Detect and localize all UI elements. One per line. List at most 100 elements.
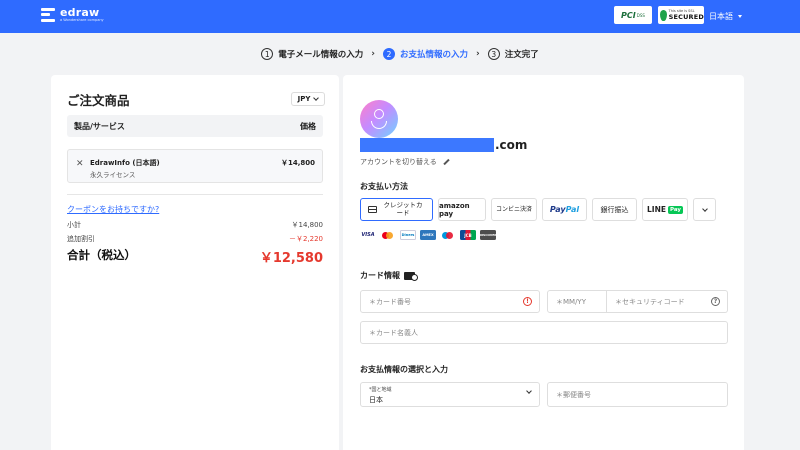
subtotal-label: 小計 <box>67 221 81 229</box>
pci-label: PCI <box>621 10 636 20</box>
ssl-big-text: SECURED <box>668 12 704 21</box>
visa-icon: VISA <box>361 232 375 238</box>
currency-value: JPY <box>297 95 311 103</box>
method-label: 銀行振込 <box>600 205 629 214</box>
total-value: ￥12,580 <box>259 251 323 266</box>
security-code-placeholder: ＊セキュリティコード <box>615 297 685 306</box>
brand-sub: a Wondershare company <box>60 18 104 22</box>
method-bank-transfer[interactable]: 銀行振込 <box>592 198 637 221</box>
line-logo: LINE <box>647 205 666 214</box>
edraw-logo[interactable]: edraw a Wondershare company <box>41 7 104 23</box>
caret-down-icon <box>738 15 742 18</box>
line-pay-badge: Pay <box>667 205 683 214</box>
amex-icon: AMEX <box>420 230 436 240</box>
jcb-icon: JCB <box>460 230 476 240</box>
method-amazon-pay[interactable]: amazon pay <box>438 198 486 221</box>
item-price: ￥14,800 <box>280 159 315 167</box>
switch-account-link[interactable]: アカウントを切り替える <box>360 157 450 167</box>
subtotal-row: 小計 ￥14,800 <box>67 220 323 230</box>
chevron-down-icon <box>701 205 708 212</box>
col-price: 価格 <box>300 121 316 131</box>
error-icon: ! <box>523 297 532 306</box>
payment-method-title: お支払い方法 <box>360 182 408 191</box>
step-label: お支払情報の入力 <box>399 50 468 60</box>
chevron-right-icon: › <box>371 49 375 59</box>
ssl-secured-badge: This site is SSL SECURED <box>658 6 704 24</box>
total-label: 合計（税込） <box>67 248 136 262</box>
order-table-header: 製品/サービス 価格 <box>67 115 323 137</box>
chevron-down-icon <box>313 95 320 101</box>
method-line-pay[interactable]: LINE Pay <box>642 198 688 221</box>
card-lock-icon <box>404 271 418 281</box>
total-row: 合計（税込） ￥12,580 <box>67 247 323 266</box>
step-email: 1 電子メール情報の入力 <box>261 48 363 60</box>
subtotal-value: ￥14,800 <box>291 221 324 229</box>
step-number: 2 <box>382 48 395 60</box>
country-select[interactable]: *国と地域 日本 <box>360 382 540 407</box>
currency-select[interactable]: JPY <box>291 92 325 106</box>
account-email: .com <box>360 138 527 152</box>
brand-name: edraw <box>60 6 100 19</box>
method-konbini[interactable]: コンビニ決済 <box>491 198 537 221</box>
card-number-placeholder: ＊カード番号 <box>369 297 411 306</box>
remove-item-icon[interactable]: ✕ <box>76 159 84 169</box>
card-number-input[interactable]: ＊カード番号 ! <box>360 290 540 313</box>
method-credit-card[interactable]: クレジットカード <box>360 198 433 221</box>
postal-code-placeholder: ＊郵便番号 <box>556 390 591 399</box>
credit-card-icon <box>368 206 377 213</box>
country-label: *国と地域 <box>369 387 392 393</box>
mastercard-icon <box>380 230 396 240</box>
step-label: 電子メール情報の入力 <box>278 50 364 60</box>
order-title: ご注文商品 <box>67 93 130 108</box>
method-paypal[interactable]: PayPal <box>542 198 587 221</box>
switch-account-label: アカウントを切り替える <box>360 158 437 166</box>
top-bar: edraw a Wondershare company PCI DSS This … <box>0 0 800 33</box>
card-holder-placeholder: ＊カード名義人 <box>369 328 418 337</box>
chevron-right-icon: › <box>476 49 480 59</box>
step-label: 注文完了 <box>504 50 539 60</box>
col-product: 製品/サービス <box>74 121 125 131</box>
method-label: クレジットカード <box>383 201 423 217</box>
expiry-input[interactable]: ＊MM/YY <box>547 290 607 313</box>
card-holder-input[interactable]: ＊カード名義人 <box>360 321 728 344</box>
more-methods-button[interactable] <box>693 198 716 221</box>
discount-label: 追加割引 <box>67 235 95 243</box>
item-license: 永久ライセンス <box>90 171 136 179</box>
email-redaction <box>360 138 494 152</box>
card-info-title: カード情報 <box>360 270 418 281</box>
country-value: 日本 <box>369 396 383 404</box>
amazon-pay-logo: amazon pay <box>439 201 470 218</box>
help-icon[interactable]: ? <box>711 297 720 306</box>
step-number: 1 <box>261 48 274 60</box>
discount-value: －￥2,220 <box>288 235 323 243</box>
edraw-logo-icon <box>41 7 55 22</box>
step-complete: 3 注文完了 <box>487 48 539 60</box>
shield-icon <box>660 9 667 21</box>
payment-methods: クレジットカード amazon pay コンビニ決済 PayPal 銀行振込 L… <box>360 198 716 221</box>
email-domain: .com <box>495 138 528 152</box>
language-label: 日本語 <box>709 12 733 21</box>
pci-sub: DSS <box>636 12 645 18</box>
payment-panel: .com アカウントを切り替える お支払い方法 クレジットカード amazon … <box>343 75 744 450</box>
step-number: 3 <box>487 48 500 60</box>
language-selector[interactable]: 日本語 <box>709 11 742 22</box>
step-payment: 2 お支払情報の入力 <box>382 48 468 60</box>
paypal-logo: PayPal <box>549 205 580 214</box>
order-summary-panel: ご注文商品 JPY 製品/サービス 価格 ✕ EdrawInfo (日本語) 永… <box>51 75 339 450</box>
coupon-link[interactable]: クーポンをお持ちですか? <box>67 204 159 215</box>
method-label: コンビニ決済 <box>495 205 532 213</box>
postal-code-input[interactable]: ＊郵便番号 <box>547 382 728 407</box>
checkout-steps: 1 電子メール情報の入力 › 2 お支払情報の入力 › 3 注文完了 <box>0 46 800 62</box>
item-name: EdrawInfo (日本語) <box>90 159 160 167</box>
divider <box>67 194 323 195</box>
maestro-icon <box>440 230 456 240</box>
billing-title: お支払情報の選択と入力 <box>360 365 448 374</box>
avatar <box>360 100 398 138</box>
security-code-input[interactable]: ＊セキュリティコード ? <box>607 290 728 313</box>
discover-icon: DISCOVER <box>479 230 497 240</box>
card-brands: VISA Diners AMEX JCB DISCOVER <box>360 230 497 240</box>
user-icon <box>374 109 384 119</box>
card-info-label: カード情報 <box>360 271 400 280</box>
pencil-icon <box>443 158 450 166</box>
expiry-placeholder: ＊MM/YY <box>556 297 586 306</box>
